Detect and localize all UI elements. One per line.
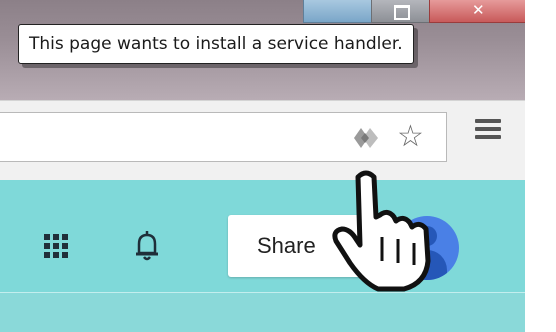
apps-grid-icon[interactable] — [44, 234, 68, 258]
maximize-button[interactable] — [371, 0, 431, 23]
close-button[interactable] — [429, 0, 527, 23]
app-bar-divider — [0, 292, 525, 332]
address-bar[interactable]: ☆ — [0, 112, 447, 162]
bookmark-star-icon[interactable]: ☆ — [397, 122, 424, 152]
hand-pointer-cursor-icon — [332, 170, 431, 292]
minimize-button[interactable] — [303, 0, 373, 23]
service-handler-tooltip: This page wants to install a service han… — [18, 24, 414, 64]
service-handler-icon[interactable] — [353, 127, 379, 149]
menu-icon[interactable] — [475, 119, 501, 139]
notifications-bell-icon[interactable] — [134, 230, 160, 262]
page-margin — [525, 0, 556, 331]
